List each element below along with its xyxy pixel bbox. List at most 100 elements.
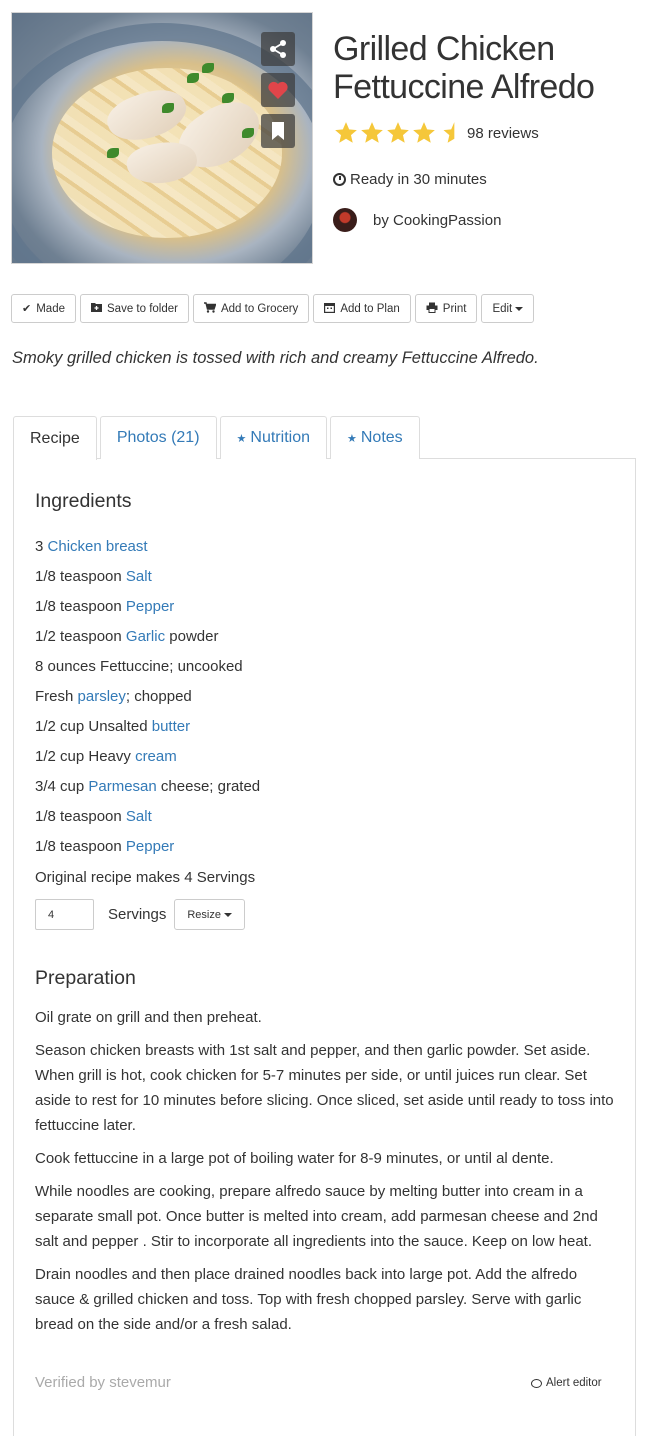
ingredient-link[interactable]: Parmesan	[88, 778, 156, 795]
star-rating[interactable]	[333, 120, 463, 146]
ingredient-item: 3 Chicken breast	[35, 537, 260, 567]
tab-recipe-label: Recipe	[30, 429, 80, 447]
share-icon	[270, 40, 286, 58]
resize-dropdown[interactable]: Resize	[174, 899, 245, 930]
preparation-steps: Oil grate on grill and then preheat. Sea…	[35, 1005, 620, 1345]
caret-down-icon	[223, 912, 232, 917]
favorite-button[interactable]	[261, 73, 295, 107]
tab-nutrition[interactable]: ★ Nutrition	[219, 416, 327, 459]
add-to-grocery-button[interactable]: Add to Grocery	[192, 294, 310, 323]
ingredient-link[interactable]: parsley	[78, 688, 126, 705]
calendar-icon	[324, 302, 336, 316]
ingredient-text: 1/8 teaspoon	[35, 598, 126, 615]
caret-down-icon	[515, 306, 524, 311]
herb	[242, 128, 254, 138]
made-button[interactable]: ✔ Made	[11, 294, 76, 323]
avatar[interactable]	[333, 208, 357, 232]
ready-time: Ready in 30 minutes	[333, 171, 487, 188]
herb	[162, 103, 174, 113]
ingredient-item: 1/2 cup Unsalted butter	[35, 717, 260, 747]
ingredient-item: 1/2 cup Heavy cream	[35, 747, 260, 777]
ingredients-heading: Ingredients	[35, 490, 132, 512]
servings-control: Servings Resize	[35, 899, 245, 930]
ingredient-link[interactable]: cream	[135, 748, 177, 765]
add-to-plan-button[interactable]: Add to Plan	[313, 294, 411, 323]
ingredient-text: 1/8 teaspoon	[35, 808, 126, 825]
ingredient-text: 1/2 cup Unsalted	[35, 718, 152, 735]
review-count[interactable]: 98 reviews	[467, 125, 539, 142]
tab-nutrition-label: Nutrition	[250, 429, 310, 446]
ingredient-link[interactable]: Chicken breast	[48, 538, 148, 555]
print-button[interactable]: Print	[414, 294, 478, 323]
alert-editor-label: Alert editor	[546, 1377, 602, 1389]
verified-by: Verified by stevemur	[35, 1374, 171, 1391]
tab-recipe[interactable]: Recipe	[13, 416, 97, 460]
author-name[interactable]: by CookingPassion	[373, 212, 501, 229]
recipe-toolbar: ✔ Made Save to folder Add to Grocery Add…	[11, 294, 538, 323]
clock-icon	[333, 173, 346, 186]
ingredient-link[interactable]: butter	[152, 718, 190, 735]
servings-input[interactable]	[35, 899, 94, 930]
ingredient-item: Fresh parsley; chopped	[35, 687, 260, 717]
preparation-step: Cook fettuccine in a large pot of boilin…	[35, 1150, 554, 1167]
edit-dropdown[interactable]: Edit	[481, 294, 535, 323]
add-to-grocery-label: Add to Grocery	[220, 302, 299, 315]
ingredient-item: 1/2 teaspoon Garlic powder	[35, 627, 260, 657]
herb	[202, 63, 214, 73]
save-to-folder-button[interactable]: Save to folder	[80, 294, 189, 323]
active-tab-cover	[14, 457, 92, 460]
print-icon	[426, 302, 438, 316]
bookmark-button[interactable]	[261, 114, 295, 148]
bookmark-icon	[272, 122, 284, 140]
ingredient-text: 1/8 teaspoon	[35, 838, 126, 855]
star-icon: ★	[236, 432, 247, 445]
ingredient-text: ; chopped	[125, 688, 192, 705]
author[interactable]: by CookingPassion	[333, 208, 501, 232]
resize-label: Resize	[187, 908, 221, 921]
ready-time-text: Ready in 30 minutes	[350, 171, 487, 188]
ingredient-item: 8 ounces Fettuccine; uncooked	[35, 657, 260, 687]
comment-icon	[531, 1378, 542, 1388]
recipe-description: Smoky grilled chicken is tossed with ric…	[12, 349, 539, 367]
herb	[107, 148, 119, 158]
ingredient-text: 1/8 teaspoon	[35, 568, 126, 585]
tab-photos-label: Photos (21)	[116, 429, 200, 446]
ingredient-text: 8 ounces Fettuccine; uncooked	[35, 658, 243, 675]
ingredient-item: 1/8 teaspoon Salt	[35, 567, 260, 597]
ingredient-link[interactable]: Garlic	[126, 628, 165, 645]
servings-label: Servings	[108, 906, 167, 923]
save-to-folder-label: Save to folder	[107, 302, 178, 315]
ingredient-text: 1/2 teaspoon	[35, 628, 126, 645]
ingredient-text: powder	[165, 628, 219, 645]
preparation-step: Season chicken breasts with 1st salt and…	[35, 1042, 614, 1134]
rating: 98 reviews	[333, 120, 539, 146]
ingredient-link[interactable]: Salt	[126, 808, 152, 825]
alert-editor-link[interactable]: Alert editor	[531, 1377, 602, 1389]
add-to-plan-label: Add to Plan	[340, 302, 400, 315]
tab-notes[interactable]: ★ Notes	[329, 416, 420, 459]
print-label: Print	[442, 302, 467, 315]
ingredient-text: 1/2 cup Heavy	[35, 748, 136, 765]
ingredient-link[interactable]: Pepper	[126, 598, 174, 615]
ingredient-item: 1/8 teaspoon Pepper	[35, 597, 260, 627]
ingredient-text: cheese; grated	[156, 778, 261, 795]
preparation-step: Oil grate on grill and then preheat.	[35, 1009, 262, 1026]
ingredient-link[interactable]: Salt	[126, 568, 152, 585]
preparation-heading: Preparation	[35, 967, 136, 989]
preparation-step: Drain noodles and then place drained noo…	[35, 1266, 582, 1333]
star-icon	[413, 122, 435, 143]
tab-photos[interactable]: Photos (21)	[99, 416, 217, 459]
share-button[interactable]	[261, 32, 295, 66]
edit-label: Edit	[492, 302, 513, 315]
check-icon: ✔	[22, 303, 32, 315]
star-icon	[361, 122, 383, 143]
herb	[222, 93, 234, 103]
ingredient-text: 3	[35, 538, 48, 555]
recipe-title: Grilled Chicken Fettuccine Alfredo	[333, 30, 595, 106]
folder-plus-icon	[91, 302, 102, 315]
ingredient-text: Fresh	[35, 688, 78, 705]
ingredient-link[interactable]: Pepper	[126, 838, 174, 855]
ingredient-text: 3/4 cup	[35, 778, 89, 795]
recipe-tabs: Recipe Photos (21) ★ Nutrition ★ Notes	[13, 416, 423, 460]
original-servings: Original recipe makes 4 Servings	[35, 869, 256, 886]
